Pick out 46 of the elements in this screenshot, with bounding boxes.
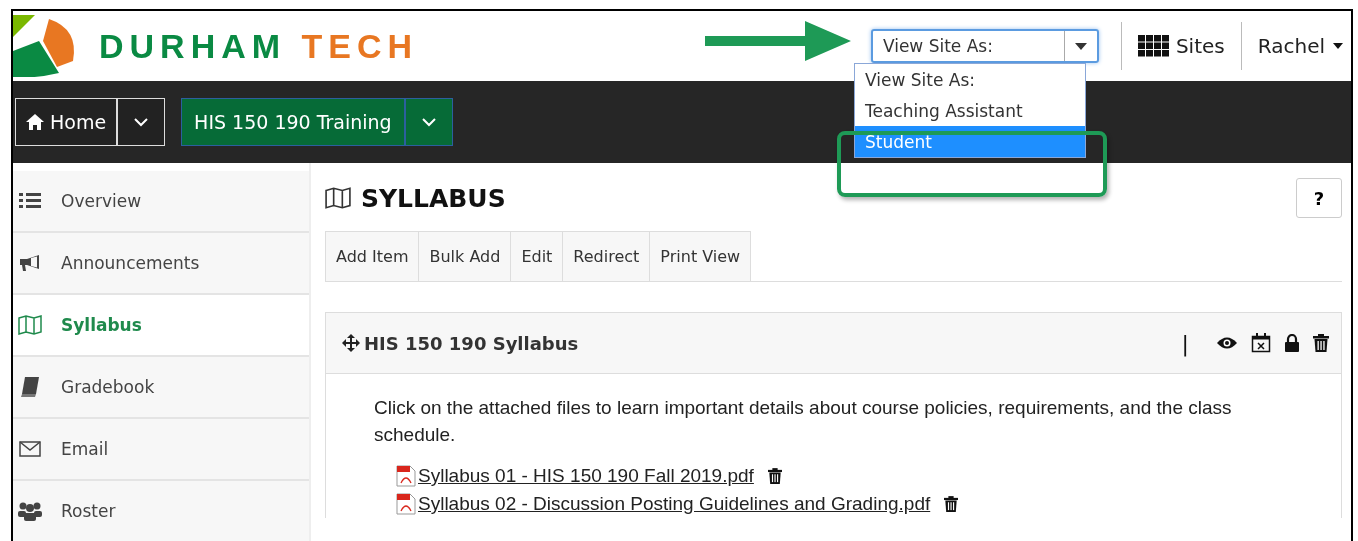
page-title: SYLLABUS — [361, 183, 506, 213]
help-button[interactable]: ? — [1296, 178, 1342, 218]
separator-text: | — [1181, 330, 1189, 356]
people-icon — [18, 501, 42, 521]
toolbar-button[interactable]: Print View — [649, 231, 752, 281]
user-menu[interactable]: Rachel — [1251, 34, 1343, 58]
calendar-icon[interactable] — [1251, 333, 1271, 353]
sidebar-item[interactable]: Roster — [13, 481, 309, 541]
logo-text: DURHAM TECH — [99, 26, 419, 66]
eye-icon[interactable] — [1217, 336, 1237, 350]
sidebar-item[interactable]: Overview — [13, 171, 309, 233]
file-link[interactable]: Syllabus 01 - HIS 150 190 Fall 2019.pdf — [418, 465, 754, 487]
home-button[interactable]: Home — [15, 98, 118, 146]
map-icon — [325, 187, 351, 209]
course-button[interactable]: HIS 150 190 Training — [181, 98, 405, 146]
description-text: Click on the attached files to learn important details about course policies, requirements, and the class schedule. — [374, 396, 1233, 447]
toolbar-button[interactable]: Bulk Add — [418, 231, 512, 281]
chevron-down-icon — [421, 117, 436, 127]
menu-option[interactable]: Teaching Assistant — [855, 95, 1085, 126]
envelope-icon — [19, 441, 41, 457]
trash-icon[interactable] — [1313, 334, 1329, 352]
grid-icon — [1137, 35, 1170, 57]
pdf-icon — [396, 493, 416, 515]
file-link[interactable]: Syllabus 02 - Discussion Posting Guidelines and Grading.pdf — [418, 493, 931, 515]
sidebar-item[interactable]: Announcements — [13, 233, 309, 295]
move-icon — [342, 334, 360, 352]
toolbar-button[interactable]: Edit — [510, 231, 564, 281]
caret-icon — [1074, 42, 1087, 50]
toolbar-button[interactable]: Add Item — [325, 231, 420, 281]
lock-icon[interactable] — [1285, 334, 1299, 352]
megaphone-icon — [19, 254, 41, 272]
chevron-down-icon — [134, 117, 149, 127]
menu-option[interactable]: View Site As: — [855, 64, 1085, 95]
item-title: HIS 150 190 Syllabus — [364, 332, 579, 354]
sites-link[interactable]: Sites — [1131, 34, 1231, 58]
home-icon — [26, 114, 44, 130]
toolbar-button[interactable]: Redirect — [562, 231, 651, 281]
list-icon — [19, 193, 41, 209]
caret-icon — [1333, 43, 1343, 49]
trash-icon[interactable] — [944, 496, 959, 512]
trash-icon[interactable] — [767, 468, 782, 484]
pdf-icon — [396, 465, 416, 487]
sidebar-item[interactable]: Email — [13, 419, 309, 481]
book-icon — [20, 377, 40, 397]
map-icon — [18, 315, 42, 335]
sidebar-item[interactable]: Gradebook — [13, 357, 309, 419]
